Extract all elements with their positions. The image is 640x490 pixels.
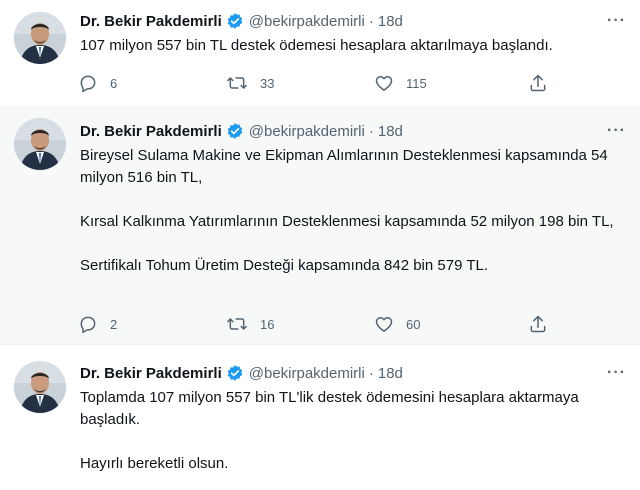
like-icon <box>374 314 394 334</box>
like-count: 115 <box>406 75 427 91</box>
tweet-actions: 2 16 60 <box>78 313 548 335</box>
author-name[interactable]: Dr. Bekir Pakdemirli <box>80 13 222 30</box>
reply-icon <box>78 314 98 334</box>
like-icon <box>374 73 394 93</box>
tweet-paragraph: Bireysel Sulama Makine ve Ekipman Alımla… <box>80 147 608 186</box>
retweet-button[interactable]: 33 <box>226 73 374 93</box>
verified-badge-icon <box>226 122 244 140</box>
author-name[interactable]: Dr. Bekir Pakdemirli <box>80 123 222 140</box>
author-handle[interactable]: @bekirpakdemirli <box>249 13 365 30</box>
share-button[interactable] <box>528 73 548 93</box>
share-icon <box>528 314 548 334</box>
like-count: 60 <box>406 316 421 332</box>
more-icon[interactable]: ··· <box>607 364 626 382</box>
retweet-button[interactable]: 16 <box>226 314 374 334</box>
tweet-paragraph: Kırsal Kalkınma Yatırımlarının Desteklen… <box>80 213 614 230</box>
separator-dot: · <box>368 122 374 140</box>
author-handle[interactable]: @bekirpakdemirli <box>249 123 365 140</box>
tweet-text: Toplamda 107 milyon 557 bin TL'lik deste… <box>80 387 626 475</box>
like-button[interactable]: 60 <box>374 314 522 334</box>
tweet-timestamp[interactable]: 18d <box>378 13 403 30</box>
reply-icon <box>78 73 98 93</box>
share-icon <box>528 73 548 93</box>
separator-dot: · <box>368 364 374 382</box>
tweet[interactable]: Dr. Bekir Pakdemirli @bekirpakdemirli · … <box>0 344 640 490</box>
retweet-icon <box>226 73 248 93</box>
retweet-count: 16 <box>260 316 275 332</box>
tweet-actions: 6 33 115 <box>78 72 548 94</box>
retweet-count: 33 <box>260 75 275 91</box>
verified-badge-icon <box>226 12 244 30</box>
avatar[interactable] <box>14 361 66 413</box>
separator-dot: · <box>368 12 374 30</box>
tweet-header: Dr. Bekir Pakdemirli @bekirpakdemirli · … <box>80 11 626 31</box>
reply-count: 6 <box>110 75 118 91</box>
more-icon[interactable]: ··· <box>607 122 626 140</box>
tweet-header: Dr. Bekir Pakdemirli @bekirpakdemirli · … <box>80 121 626 141</box>
share-button[interactable] <box>528 314 548 334</box>
author-handle[interactable]: @bekirpakdemirli <box>249 365 365 382</box>
more-icon[interactable]: ··· <box>607 12 626 30</box>
author-name[interactable]: Dr. Bekir Pakdemirli <box>80 365 222 382</box>
tweet-timestamp[interactable]: 18d <box>378 123 403 140</box>
tweet-text: 107 milyon 557 bin TL destek ödemesi hes… <box>80 35 626 57</box>
reply-button[interactable]: 2 <box>78 314 226 334</box>
reply-count: 2 <box>110 316 118 332</box>
retweet-icon <box>226 314 248 334</box>
tweet-paragraph: Toplamda 107 milyon 557 bin TL'lik deste… <box>80 389 579 428</box>
verified-badge-icon <box>226 364 244 382</box>
tweet[interactable]: Dr. Bekir Pakdemirli @bekirpakdemirli · … <box>0 0 640 106</box>
tweet-header: Dr. Bekir Pakdemirli @bekirpakdemirli · … <box>80 363 626 383</box>
tweet-timestamp[interactable]: 18d <box>378 365 403 382</box>
avatar[interactable] <box>14 118 66 170</box>
avatar[interactable] <box>14 12 66 64</box>
tweet-paragraph: 107 milyon 557 bin TL destek ödemesi hes… <box>80 37 553 54</box>
tweet-paragraph: Hayırlı bereketli olsun. <box>80 455 229 472</box>
tweet[interactable]: Dr. Bekir Pakdemirli @bekirpakdemirli · … <box>0 106 640 344</box>
tweet-text: Bireysel Sulama Makine ve Ekipman Alımla… <box>80 145 626 277</box>
tweet-paragraph: Sertifikalı Tohum Üretim Desteği kapsamı… <box>80 257 488 274</box>
reply-button[interactable]: 6 <box>78 73 226 93</box>
like-button[interactable]: 115 <box>374 73 522 93</box>
